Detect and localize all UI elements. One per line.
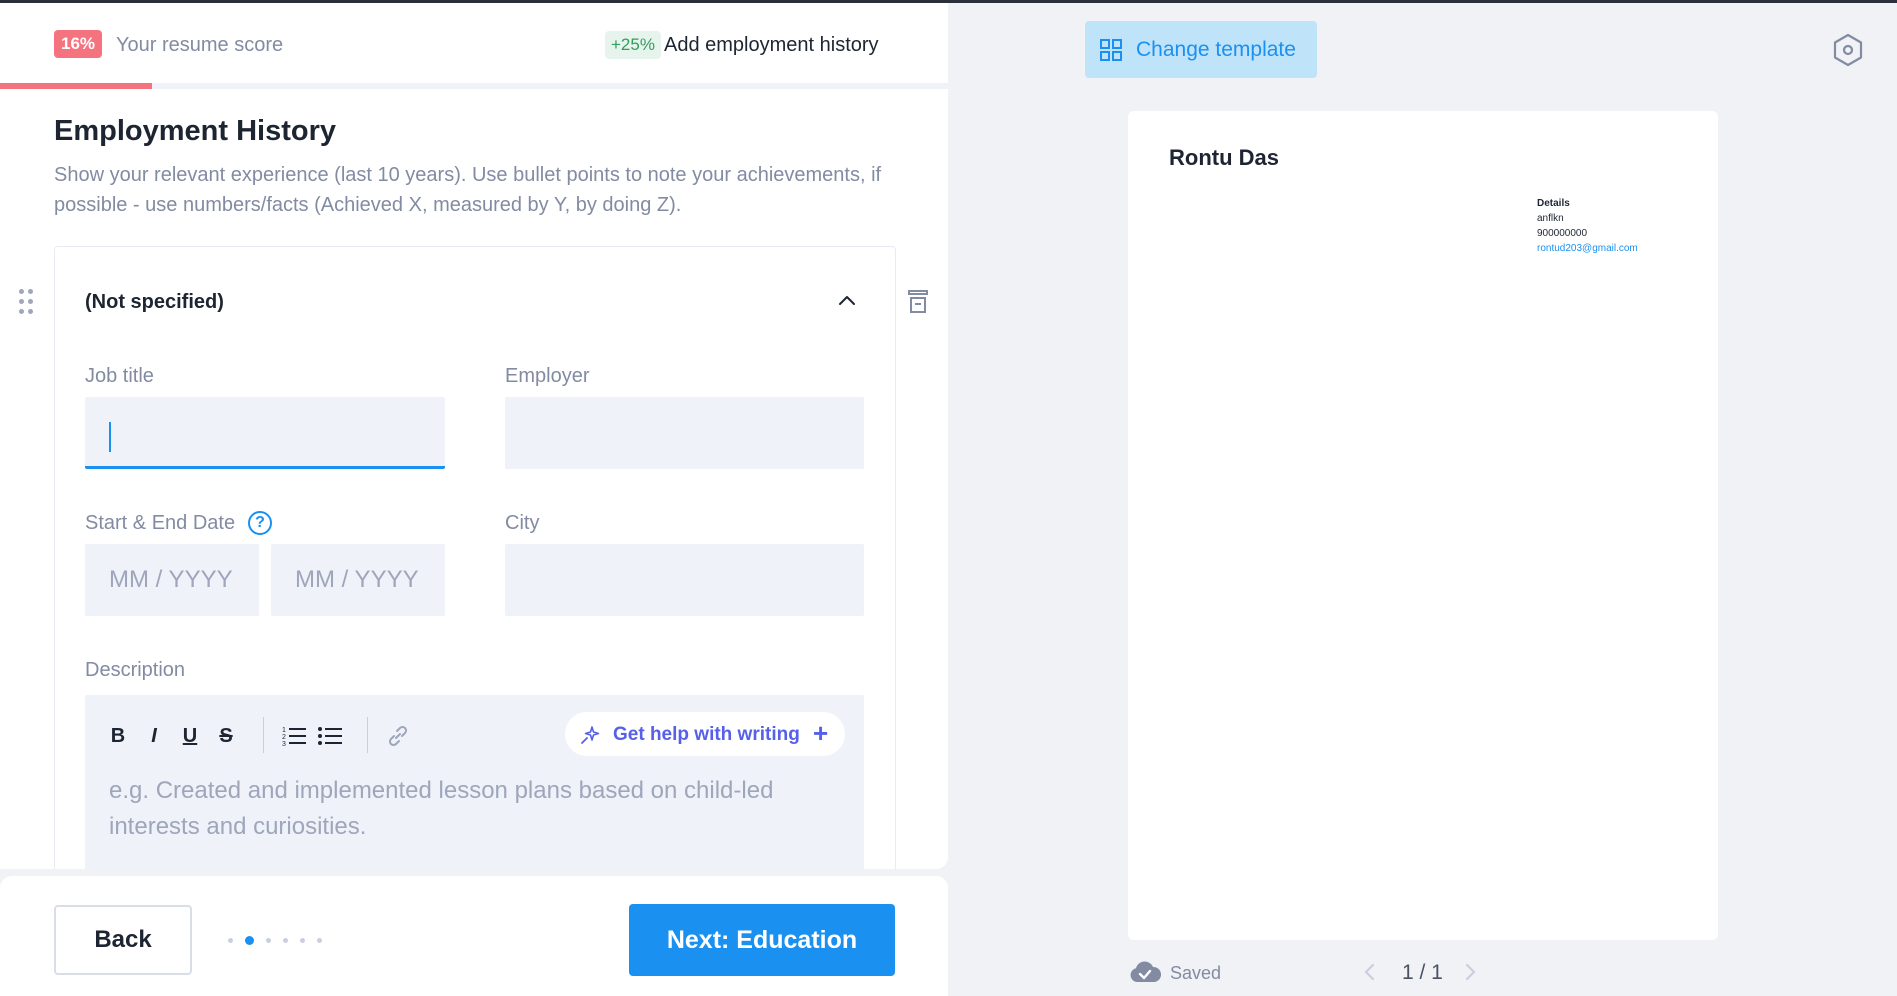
step-dot xyxy=(245,936,254,945)
city-input[interactable] xyxy=(505,544,864,616)
job-title-input[interactable] xyxy=(85,397,445,469)
resume-details: Details anflkn 900000000 rontud203@gmail… xyxy=(1537,196,1638,256)
help-icon[interactable]: ? xyxy=(248,511,272,535)
step-dot xyxy=(266,938,271,943)
start-date-input[interactable] xyxy=(85,544,259,616)
step-dot xyxy=(317,938,322,943)
next-education-button[interactable]: Next: Education xyxy=(629,904,895,976)
city-label: City xyxy=(505,512,540,534)
toolbar-divider xyxy=(263,717,264,753)
job-title-label: Job title xyxy=(85,365,154,387)
drag-handle-icon[interactable] xyxy=(19,289,35,315)
employer-label: Employer xyxy=(505,365,590,387)
entry-title[interactable]: (Not specified) xyxy=(85,291,224,314)
description-editor[interactable]: B I U S 1 2 3 Get help with writing + e.… xyxy=(85,695,864,869)
get-help-writing-button[interactable]: Get help with writing + xyxy=(565,712,845,756)
link-icon[interactable] xyxy=(385,723,411,749)
change-template-label: Change template xyxy=(1136,38,1296,61)
svg-text:3: 3 xyxy=(282,741,286,748)
italic-button[interactable]: I xyxy=(141,723,167,749)
back-button[interactable]: Back xyxy=(54,905,192,975)
change-template-button[interactable]: Change template xyxy=(1085,21,1317,78)
details-heading: Details xyxy=(1537,198,1570,209)
trash-icon[interactable] xyxy=(906,288,930,314)
chevron-right-icon[interactable] xyxy=(1462,962,1478,982)
resume-name: Rontu Das xyxy=(1169,145,1279,170)
grid-icon xyxy=(1100,39,1122,61)
settings-icon[interactable] xyxy=(1833,33,1863,67)
score-label: Your resume score xyxy=(116,34,284,56)
resume-score-header: 16% Your resume score +25% Add employmen… xyxy=(0,3,948,89)
section-title: Employment History xyxy=(54,115,336,147)
details-phone: 900000000 xyxy=(1537,228,1588,239)
underline-button[interactable]: U xyxy=(177,723,203,749)
step-dot xyxy=(228,938,233,943)
svg-text:1: 1 xyxy=(282,727,286,734)
section-description: Show your relevant experience (last 10 y… xyxy=(54,164,882,216)
cloud-check-icon xyxy=(1130,961,1162,982)
end-date-input[interactable] xyxy=(271,544,445,616)
score-progress-bar xyxy=(0,83,152,89)
svg-text:2: 2 xyxy=(282,734,286,741)
text-caret xyxy=(109,422,111,452)
step-dot xyxy=(300,938,305,943)
details-email: rontud203@gmail.com xyxy=(1537,243,1638,254)
score-badge: 16% xyxy=(54,30,103,58)
sparkle-icon xyxy=(581,726,600,744)
page-indicator: 1 / 1 xyxy=(1402,961,1443,984)
tip-bonus-badge[interactable]: +25% xyxy=(605,31,661,59)
toolbar-divider xyxy=(367,717,368,753)
bulleted-list-icon[interactable] xyxy=(317,723,343,749)
description-placeholder[interactable]: e.g. Created and implemented lesson plan… xyxy=(109,773,829,845)
description-label: Description xyxy=(85,659,186,681)
editor-footer: Back Next: Education xyxy=(0,876,948,996)
ordered-list-icon[interactable]: 1 2 3 xyxy=(281,723,307,749)
saved-label: Saved xyxy=(1170,963,1222,983)
chevron-up-icon[interactable] xyxy=(835,289,859,313)
dates-label: Start & End Date xyxy=(85,512,236,534)
editor-panel: 16% Your resume score +25% Add employmen… xyxy=(0,3,948,869)
strikethrough-button[interactable]: S xyxy=(213,723,239,749)
resume-preview[interactable]: Rontu Das Details anflkn 900000000 rontu… xyxy=(1128,111,1718,940)
tip-label[interactable]: Add employment history xyxy=(664,34,879,57)
get-help-writing-label: Get help with writing xyxy=(613,724,800,745)
details-line: anflkn xyxy=(1537,213,1564,224)
page-navigation: 1 / 1 xyxy=(1362,958,1502,986)
employer-input[interactable] xyxy=(505,397,864,469)
step-progress-dots xyxy=(228,936,322,946)
step-dot xyxy=(283,938,288,943)
chevron-left-icon[interactable] xyxy=(1362,962,1378,982)
bold-button[interactable]: B xyxy=(105,723,131,749)
plus-icon: + xyxy=(813,718,829,748)
